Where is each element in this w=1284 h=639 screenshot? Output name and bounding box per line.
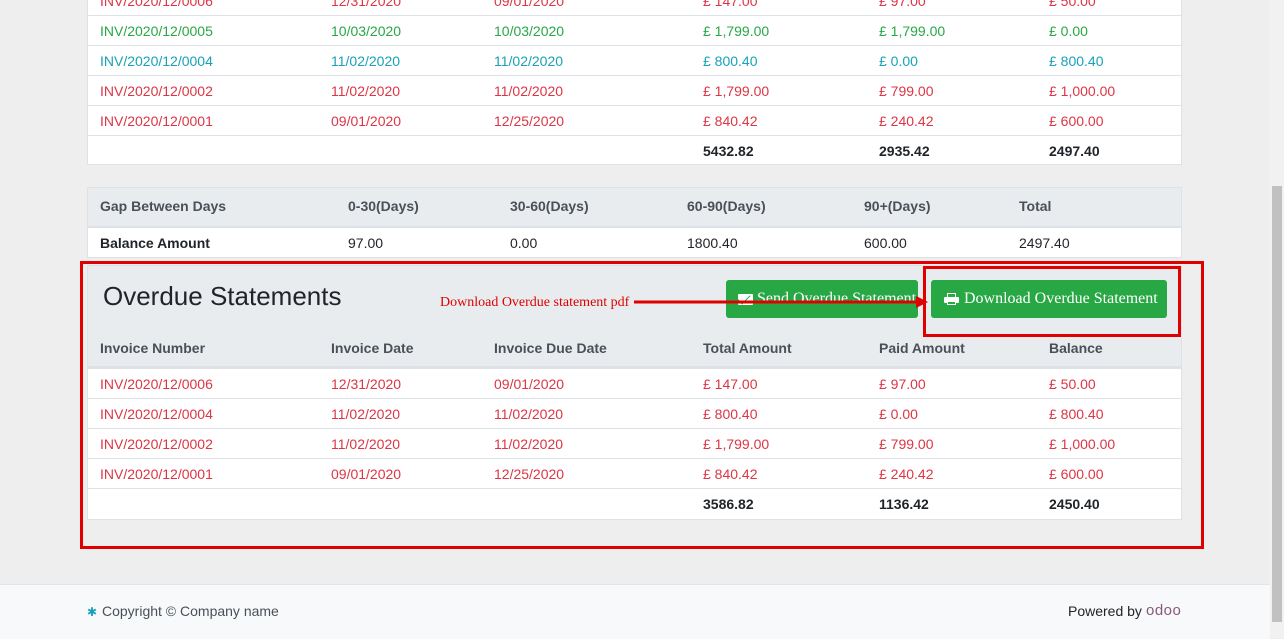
statement-table-card: INV/2020/12/0006 12/31/2020 09/01/2020 £ 14… xyxy=(87,0,1182,165)
table-row: INV/2020/12/0006 12/31/2020 09/01/2020 £ 14… xyxy=(88,0,1181,15)
statement-paid: £ 240.42 xyxy=(879,113,934,129)
aging-balance-60-90: 1800.40 xyxy=(687,235,738,251)
statement-total: £ 800.40 xyxy=(703,53,758,69)
table-row: INV/2020/12/0005 10/03/2020 10/03/2020 £ 1,… xyxy=(88,15,1181,45)
table-row: INV/2020/12/0002 11/02/2020 11/02/2020 £ 1,… xyxy=(88,75,1181,105)
aging-balance-label: Balance Amount xyxy=(100,235,210,251)
statement-total: £ 147.00 xyxy=(703,0,758,9)
statement-date: 11/02/2020 xyxy=(331,83,401,99)
odoo-logo[interactable]: odoo xyxy=(1146,602,1181,619)
scrollbar[interactable] xyxy=(1270,0,1284,638)
statement-due: 11/02/2020 xyxy=(494,53,564,69)
annotation-arrow xyxy=(634,296,928,308)
table-row: INV/2020/12/0004 11/02/2020 11/02/2020 £ 80… xyxy=(88,45,1181,75)
statement-total: £ 840.42 xyxy=(703,113,758,129)
aging-header-30-60: 30-60(Days) xyxy=(510,198,589,214)
aging-header-total: Total xyxy=(1019,198,1052,214)
statement-total-paid: 2935.42 xyxy=(879,143,930,159)
statement-invoice[interactable]: INV/2020/12/0005 xyxy=(100,23,213,39)
statement-total-balance: 2497.40 xyxy=(1049,143,1100,159)
statement-paid: £ 0.00 xyxy=(879,53,918,69)
totals-row: 5432.82 2935.42 2497.40 xyxy=(88,135,1181,167)
statement-balance: £ 600.00 xyxy=(1049,113,1104,129)
bug-icon: ✱ xyxy=(87,605,98,619)
copyright-text: Copyright © Company name xyxy=(102,603,279,619)
statement-balance: £ 50.00 xyxy=(1049,0,1096,9)
statement-paid: £ 1,799.00 xyxy=(879,23,946,39)
aging-balance-0-30: 97.00 xyxy=(348,235,384,251)
aging-header-gap: Gap Between Days xyxy=(100,198,227,214)
aging-header-90plus: 90+(Days) xyxy=(864,198,931,214)
statement-total: £ 1,799.00 xyxy=(703,23,770,39)
aging-balance-total: 2497.40 xyxy=(1019,235,1070,251)
aging-header-row: Gap Between Days 0-30(Days) 30-60(Days) … xyxy=(88,188,1181,226)
aging-balance-30-60: 0.00 xyxy=(510,235,538,251)
statement-date: 10/03/2020 xyxy=(331,23,402,39)
statement-due: 10/03/2020 xyxy=(494,23,565,39)
statement-date: 09/01/2020 xyxy=(331,113,402,129)
statement-invoice[interactable]: INV/2020/12/0001 xyxy=(100,113,213,129)
statement-paid: £ 799.00 xyxy=(879,83,934,99)
statement-balance: £ 0.00 xyxy=(1049,23,1088,39)
statement-invoice[interactable]: INV/2020/12/0002 xyxy=(100,83,213,99)
aging-header-60-90: 60-90(Days) xyxy=(687,198,766,214)
statement-date: 12/31/2020 xyxy=(331,0,402,9)
statement-invoice[interactable]: INV/2020/12/0006 xyxy=(100,0,213,9)
aging-table-card: Gap Between Days 0-30(Days) 30-60(Days) … xyxy=(87,187,1182,258)
aging-balance-90plus: 600.00 xyxy=(864,235,907,251)
statement-due: 09/01/2020 xyxy=(494,0,565,9)
statement-invoice[interactable]: INV/2020/12/0004 xyxy=(100,53,213,69)
statement-balance: £ 800.40 xyxy=(1049,53,1104,69)
download-button-highlight xyxy=(923,266,1181,337)
statement-total: £ 1,799.00 xyxy=(703,83,770,99)
aging-balance-row: Balance Amount 97.00 0.00 1800.40 600.00… xyxy=(88,226,1181,258)
statement-due: 12/25/2020 xyxy=(494,113,565,129)
statement-paid: £ 97.00 xyxy=(879,0,926,9)
statement-total-total: 5432.82 xyxy=(703,143,754,159)
statement-balance: £ 1,000.00 xyxy=(1049,83,1116,99)
table-row: INV/2020/12/0001 09/01/2020 12/25/2020 £ 84… xyxy=(88,105,1181,135)
powered-by-text: Powered by xyxy=(1068,603,1142,619)
aging-header-0-30: 0-30(Days) xyxy=(348,198,419,214)
scrollbar-thumb[interactable] xyxy=(1272,186,1282,622)
footer: ✱ Copyright © Company name Powered by od… xyxy=(0,584,1270,639)
statement-due: 11/02/2020 xyxy=(494,83,564,99)
annotation-label: Download Overdue statement pdf xyxy=(440,295,630,310)
statement-date: 11/02/2020 xyxy=(331,53,401,69)
